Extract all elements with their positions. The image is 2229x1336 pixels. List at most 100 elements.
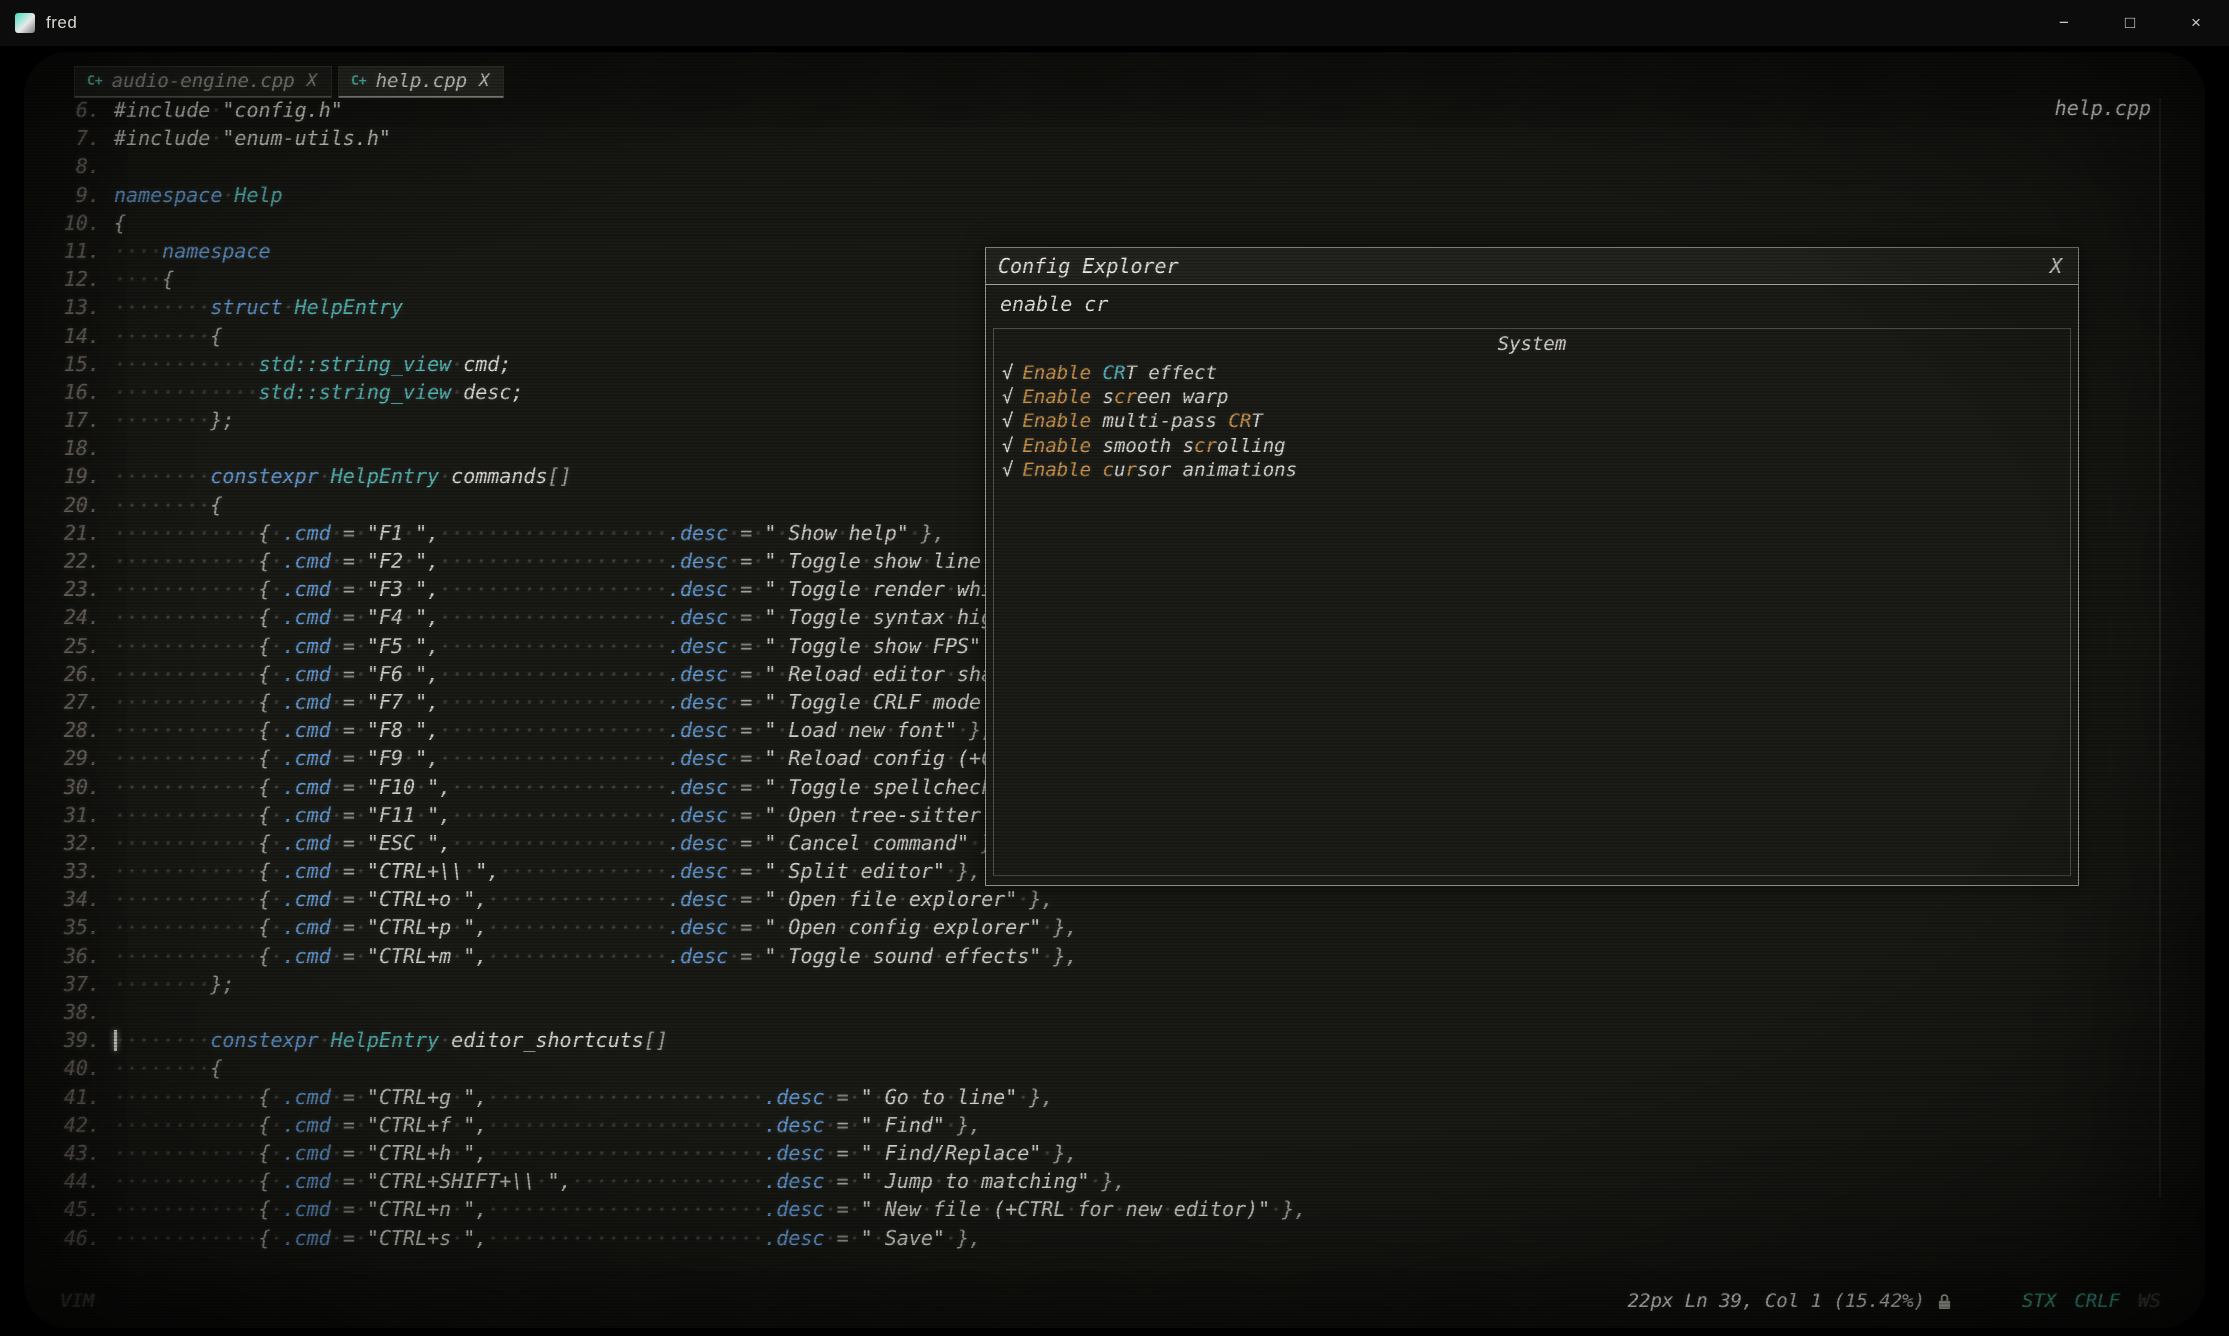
- code-token: "F2: [367, 549, 403, 573]
- whitespace-dots: ·: [355, 662, 367, 686]
- popup-title: Config Explorer: [998, 254, 1179, 278]
- line-number: 21.: [38, 519, 100, 547]
- whitespace-dots: ·: [752, 605, 764, 629]
- whitespace-dots: ·: [825, 1113, 837, 1137]
- code-token: Split: [788, 859, 848, 883]
- line-content: ········constexpr·HelpEntry·commands[]: [114, 462, 572, 490]
- minimize-button[interactable]: −: [2031, 0, 2097, 46]
- config-option[interactable]: √Enable CRT effect: [994, 361, 2070, 385]
- whitespace-dots: ·: [451, 1197, 463, 1221]
- code-token: =: [343, 775, 355, 799]
- config-option[interactable]: √Enable smooth scrolling: [994, 434, 2070, 458]
- status-right-group: 22px Ln 39, Col 1 (15.42%) STX CRLF WS: [1628, 1290, 2161, 1312]
- whitespace-dots: ············: [114, 605, 259, 629]
- code-line-35[interactable]: 35.············{·.cmd·=·"CTRL+p·",······…: [38, 913, 2205, 941]
- whitespace-dots: ·: [331, 577, 343, 601]
- encoding-indicator: STX: [2022, 1290, 2056, 1312]
- code-line-37[interactable]: 37.········};: [38, 970, 2205, 998]
- option-label-segment: Enable: [1022, 362, 1091, 384]
- line-content: ········};: [114, 406, 234, 434]
- config-option[interactable]: √Enable cursor animations: [994, 458, 2070, 482]
- whitespace-dots: ·: [728, 634, 740, 658]
- whitespace-dots: ·: [355, 803, 367, 827]
- whitespace-dots: ···············: [487, 944, 668, 968]
- code-token: .desc: [668, 915, 728, 939]
- code-line-40[interactable]: 40.········{: [38, 1054, 2205, 1082]
- tab-help.cpp[interactable]: C+help.cppX: [338, 66, 504, 98]
- code-line-39[interactable]: 39.········constexpr·HelpEntry·editor_sh…: [38, 1026, 2205, 1054]
- code-line-44[interactable]: 44.············{·.cmd·=·"CTRL+SHIFT+\\·"…: [38, 1167, 2205, 1195]
- whitespace-dots: ·: [825, 1141, 837, 1165]
- code-line-38[interactable]: 38.: [38, 998, 2205, 1026]
- config-search-input[interactable]: [998, 291, 2066, 317]
- whitespace-dots: ·: [921, 634, 933, 658]
- checkbox-checked-icon: √: [1002, 362, 1013, 384]
- config-option[interactable]: √Enable screen warp: [994, 385, 2070, 409]
- option-label-segment: sor animations: [1137, 459, 1297, 481]
- popup-close-button[interactable]: X: [2050, 254, 2062, 278]
- code-token: },: [1102, 1169, 1126, 1193]
- code-token: .desc: [668, 577, 728, 601]
- code-line-36[interactable]: 36.············{·.cmd·=·"CTRL+m·",······…: [38, 942, 2205, 970]
- whitespace-dots: ·: [451, 944, 463, 968]
- line-content: ····{: [114, 265, 174, 293]
- option-label-segment: cr: [1114, 386, 1137, 408]
- whitespace-dots: ·: [271, 1169, 283, 1193]
- code-token: ": [764, 662, 776, 686]
- config-option[interactable]: √Enable multi-pass CRT: [994, 409, 2070, 433]
- code-line-10[interactable]: 10.{: [38, 209, 2205, 237]
- whitespace-dots: ·: [776, 887, 788, 911]
- tab-close-icon[interactable]: X: [307, 71, 317, 91]
- scrollbar-track[interactable]: [2159, 98, 2161, 1198]
- code-token: ": [764, 634, 776, 658]
- whitespace-dots: ·: [728, 605, 740, 629]
- whitespace-dots: ·: [403, 634, 415, 658]
- code-token: Toggle: [788, 775, 860, 799]
- code-line-41[interactable]: 41.············{·.cmd·=·"CTRL+g·",······…: [38, 1083, 2205, 1111]
- code-token: editor: [873, 662, 945, 686]
- code-line-7[interactable]: 7.#include·"enum-utils.h": [38, 124, 2205, 152]
- tab-bar: C+audio-engine.cppXC+help.cppX: [74, 66, 504, 98]
- window-controls: − □ ×: [2031, 0, 2229, 46]
- code-token: {: [259, 915, 271, 939]
- code-token: config: [873, 746, 945, 770]
- code-line-8[interactable]: 8.: [38, 152, 2205, 180]
- maximize-button[interactable]: □: [2097, 0, 2163, 46]
- whitespace-dots: ·: [403, 718, 415, 742]
- code-line-43[interactable]: 43.············{·.cmd·=·"CTRL+h·",······…: [38, 1139, 2205, 1167]
- whitespace-dots: ·: [271, 549, 283, 573]
- code-token: {: [210, 1056, 222, 1080]
- line-number: 33.: [38, 857, 100, 885]
- code-token: .cmd: [283, 915, 331, 939]
- code-token: #include: [114, 126, 210, 150]
- whitespace-dots: ···················: [439, 605, 668, 629]
- code-line-42[interactable]: 42.············{·.cmd·=·"CTRL+f·",······…: [38, 1111, 2205, 1139]
- code-line-6[interactable]: 6.#include·"config.h": [38, 96, 2205, 124]
- code-token: =: [343, 831, 355, 855]
- code-token: Open: [788, 915, 836, 939]
- code-line-45[interactable]: 45.············{·.cmd·=·"CTRL+n·",······…: [38, 1195, 2205, 1223]
- code-token: {: [259, 803, 271, 827]
- code-token: {: [259, 1141, 271, 1165]
- whitespace-dots: ···················: [439, 718, 668, 742]
- option-label-segment: T effect: [1125, 362, 1217, 384]
- close-button[interactable]: ×: [2163, 0, 2229, 46]
- line-number: 45.: [38, 1195, 100, 1223]
- code-line-9[interactable]: 9.namespace·Help: [38, 181, 2205, 209]
- code-token: .cmd: [283, 605, 331, 629]
- code-line-46[interactable]: 46.············{·.cmd·=·"CTRL+s·",······…: [38, 1224, 2205, 1252]
- whitespace-dots: ·: [921, 549, 933, 573]
- code-token: ": [764, 746, 776, 770]
- app-icon: [15, 13, 35, 33]
- tab-close-icon[interactable]: X: [479, 71, 489, 91]
- tab-audio-engine.cpp[interactable]: C+audio-engine.cppX: [74, 66, 332, 98]
- code-token: =: [343, 915, 355, 939]
- whitespace-dots: ·: [355, 718, 367, 742]
- code-line-34[interactable]: 34.············{·.cmd·=·"CTRL+o·",······…: [38, 885, 2205, 913]
- whitespace-dots: ·: [331, 775, 343, 799]
- code-token: syntax: [873, 605, 945, 629]
- line-content: ············{·.cmd·=·"CTRL+o·",·········…: [114, 885, 1053, 913]
- code-token: show: [873, 634, 921, 658]
- checkbox-checked-icon: √: [1002, 410, 1013, 432]
- whitespace-dots: ·: [969, 1169, 981, 1193]
